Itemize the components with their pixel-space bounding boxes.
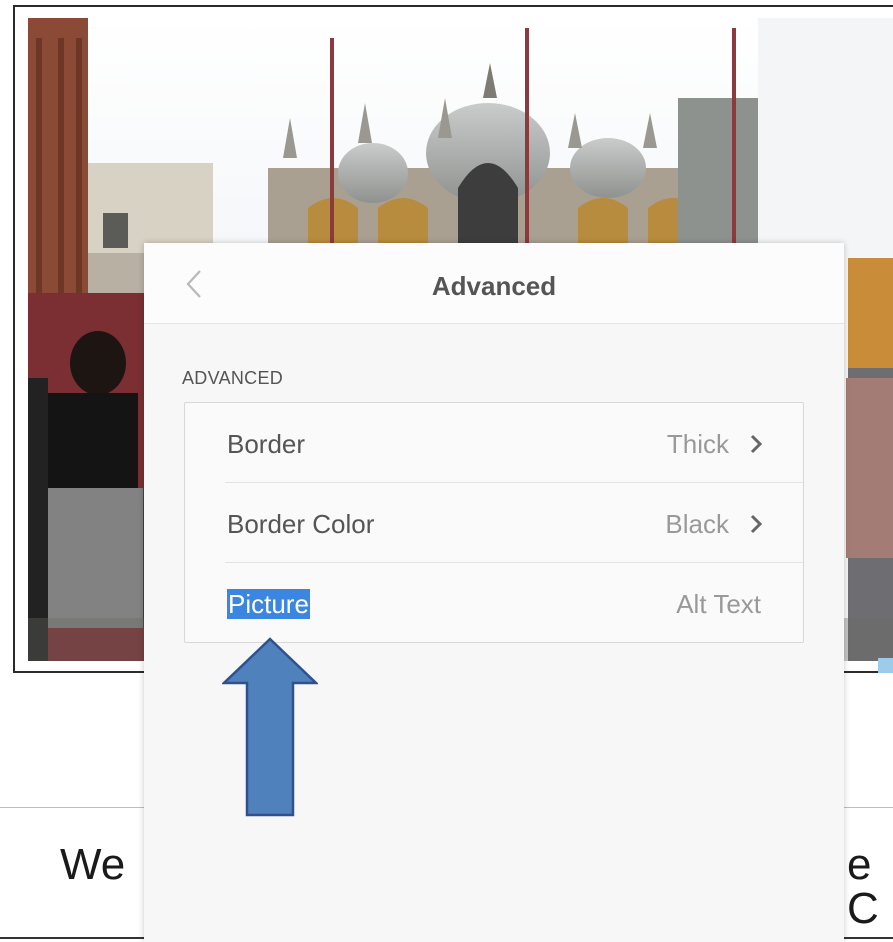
- row-value: Thick: [666, 429, 729, 459]
- row-value: Black: [665, 509, 729, 539]
- chevron-right-icon: [750, 514, 763, 534]
- row-label: Border: [227, 429, 306, 459]
- panel-header: Advanced: [144, 243, 844, 324]
- row-label: Border Color: [227, 509, 375, 539]
- annotation-arrow-up-icon: [222, 637, 318, 817]
- settings-list: Border Thick Border Color Black Picture …: [184, 402, 804, 643]
- picture-alt-text-row[interactable]: Picture Alt Text: [185, 563, 803, 642]
- border-setting-row[interactable]: Border Thick: [185, 403, 803, 482]
- page-heading-fragment-left: We: [60, 840, 126, 889]
- advanced-settings-panel: Advanced ADVANCED Border Thick Border Co…: [144, 243, 844, 942]
- selected-text: Picture: [227, 589, 310, 619]
- resize-handle[interactable]: [878, 658, 893, 673]
- chevron-right-icon: [750, 434, 763, 454]
- alt-text-field[interactable]: Alt Text: [676, 589, 761, 620]
- section-label: ADVANCED: [182, 368, 284, 388]
- page-heading-fragment-right: e C: [847, 840, 879, 933]
- panel-title: Advanced: [431, 271, 557, 301]
- border-color-setting-row[interactable]: Border Color Black: [185, 483, 803, 562]
- row-label: Picture: [227, 589, 310, 620]
